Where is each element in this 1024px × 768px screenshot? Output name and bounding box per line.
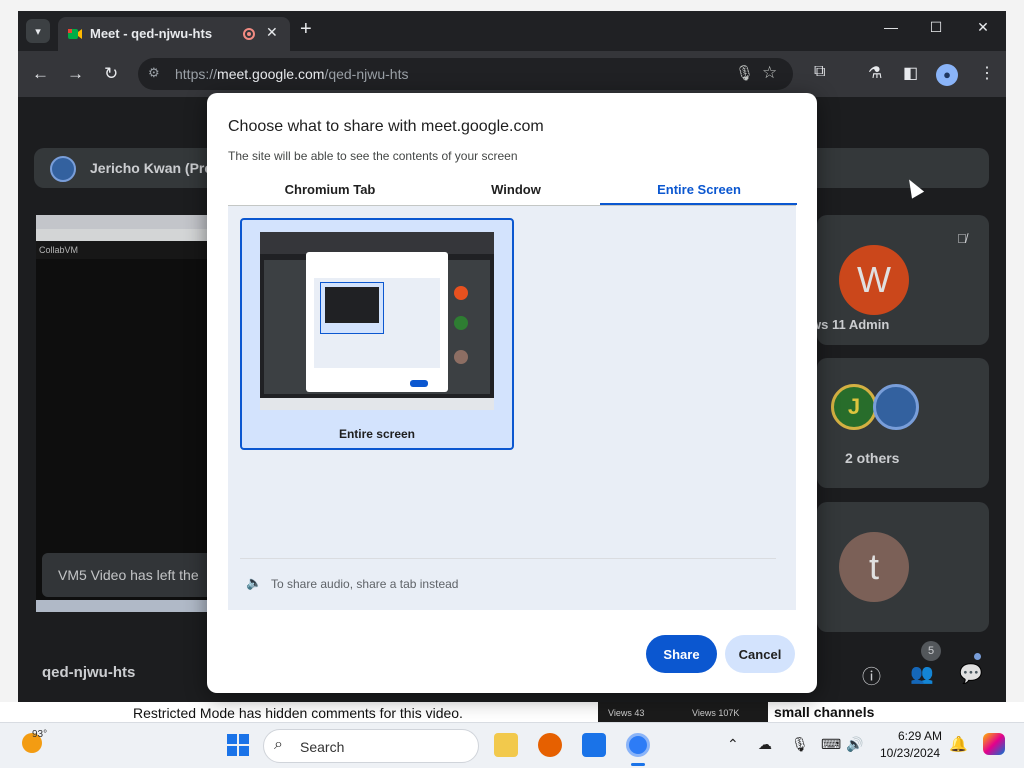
volume-icon[interactable]: 🔊 [846, 736, 863, 753]
thumbnail-panel [314, 278, 440, 368]
source-label: Entire screen [338, 427, 416, 441]
thumbnail-browser-bar [260, 232, 494, 254]
firefox-icon[interactable] [538, 733, 562, 757]
extensions-icon[interactable]: ⧉ [814, 63, 825, 81]
back-button[interactable]: ← [32, 64, 49, 84]
notification-bell-icon[interactable]: 🔔 [949, 735, 968, 753]
dialog-title: Choose what to share with meet.google.co… [228, 118, 544, 135]
cloud-icon[interactable]: ☁ [758, 736, 772, 753]
panel-divider [240, 558, 776, 559]
url-text: https://meet.google.com/qed-njwu-hts [175, 66, 409, 82]
forward-button[interactable]: → [67, 64, 84, 84]
screen-source-option[interactable]: Entire screen [240, 218, 514, 450]
menu-icon[interactable]: ⋮ [979, 63, 995, 83]
chevron-up-icon[interactable]: ⌃ [727, 736, 739, 753]
search-placeholder: Search [300, 739, 345, 755]
dialog-subtitle: The site will be able to see the content… [228, 149, 518, 163]
voice-search-icon[interactable]: 🎙 [735, 64, 754, 82]
network-icon[interactable]: ⌨ [821, 736, 841, 753]
meet-favicon-icon [68, 29, 82, 39]
thumbnail-avatar [454, 316, 468, 330]
views-count: Views 43 [608, 708, 645, 718]
screen-thumbnail [260, 232, 494, 410]
side-panel-icon[interactable]: ◧ [903, 63, 918, 83]
copilot-icon[interactable] [983, 733, 1005, 755]
file-explorer-icon[interactable] [494, 733, 518, 757]
tab-entire-screen[interactable]: Entire Screen [601, 182, 797, 197]
bookmark-star-icon[interactable]: ☆ [762, 63, 777, 83]
thumbnail-dialog [306, 252, 448, 392]
browser-toolbar: ← → ↻ ⚙ https://meet.google.com/qed-njwu… [18, 51, 1006, 97]
restricted-mode-notice: Restricted Mode has hidden comments for … [133, 705, 463, 721]
microphone-icon[interactable]: 🎙 [791, 736, 809, 753]
search-icon: ⌕ [274, 736, 283, 753]
address-bar[interactable]: ⚙ https://meet.google.com/qed-njwu-hts 🎙… [138, 58, 793, 90]
thumbnail-share-button [410, 380, 428, 387]
window-close-button[interactable]: ✕ [968, 19, 998, 36]
tab-strip: ▾ Meet - qed-njwu-hts ✕ + — ☐ ✕ [18, 11, 1006, 51]
tab-title: Meet - qed-njwu-hts [90, 26, 213, 41]
recording-icon [243, 28, 255, 40]
tab-window[interactable]: Window [413, 182, 619, 197]
minimize-button[interactable]: — [876, 19, 906, 35]
windows-taskbar: 93° ⌕ Search ⌃ ☁ 🎙 ⌨ 🔊 6:29 AM 10/23/202… [0, 722, 1024, 768]
thumbnail-avatar [454, 350, 468, 364]
weather-temperature: 93° [32, 729, 48, 740]
clock-time[interactable]: 6:29 AM [898, 729, 942, 743]
store-icon[interactable] [582, 733, 606, 757]
share-button[interactable]: Share [646, 635, 717, 673]
start-button[interactable] [227, 734, 249, 756]
thumbnail-inner [325, 287, 379, 323]
maximize-button[interactable]: ☐ [921, 19, 951, 36]
active-app-indicator [631, 763, 645, 766]
clock-date[interactable]: 10/23/2024 [880, 746, 940, 760]
cancel-button[interactable]: Cancel [725, 635, 795, 673]
new-tab-button[interactable]: + [300, 19, 312, 39]
audio-note: To share audio, share a tab instead [271, 577, 459, 591]
thumbnail-avatar [454, 286, 468, 300]
background-page: Restricted Mode has hidden comments for … [0, 702, 1024, 722]
tab-search-icon[interactable]: ▾ [26, 19, 50, 43]
tab-close-icon[interactable]: ✕ [266, 24, 278, 41]
chromium-icon[interactable] [626, 733, 650, 757]
section-heading: small channels [774, 704, 875, 720]
taskbar-search[interactable]: ⌕ Search [263, 729, 479, 763]
share-screen-dialog: Choose what to share with meet.google.co… [207, 93, 817, 693]
profile-icon[interactable]: ● [936, 64, 958, 86]
source-panel: Entire screen 🔈 To share audio, share a … [228, 206, 796, 610]
thumbnail-taskbar [260, 398, 494, 410]
lab-icon[interactable]: ⚗ [868, 63, 882, 83]
views-count: Views 107K [692, 708, 740, 718]
speaker-icon: 🔈 [246, 575, 263, 590]
site-info-icon[interactable]: ⚙ [148, 65, 160, 81]
video-card[interactable]: Views 43 Views 107K [598, 702, 768, 722]
thumbnail-card [320, 282, 384, 334]
reload-button[interactable]: ↻ [104, 64, 118, 84]
tab-chromium-tab[interactable]: Chromium Tab [229, 182, 431, 197]
browser-tab[interactable]: Meet - qed-njwu-hts ✕ [58, 17, 290, 51]
